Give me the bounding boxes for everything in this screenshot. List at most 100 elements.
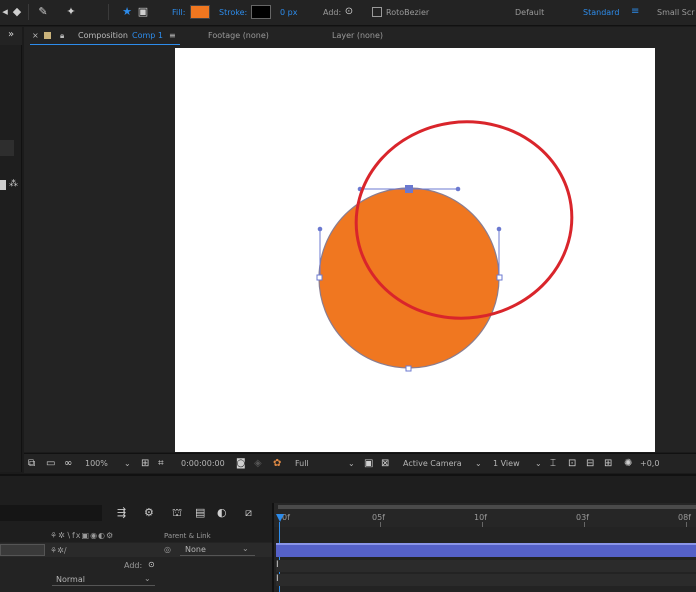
panel-expand-icon[interactable]: »: [8, 29, 14, 40]
graph-editor-icon[interactable]: ⧄: [245, 506, 252, 520]
close-tab-icon[interactable]: ×: [32, 31, 39, 40]
rotobezier-label: RotoBezier: [386, 8, 430, 17]
composition-menu-icon[interactable]: ≡: [169, 31, 176, 40]
ruler-tick: [380, 522, 381, 527]
view-dropdown-icon[interactable]: ⌄: [535, 459, 542, 468]
ruler-tick: [584, 522, 585, 527]
timeline-divider[interactable]: [272, 503, 274, 592]
viewer-control-bar: ⧉ ▭ ∞ 100% ⌄ ⊞ ⌗ 0:00:00:00 ◙ ◈ ✿ Full ⌄…: [24, 453, 696, 473]
timeline-search-field[interactable]: [0, 505, 102, 521]
pin-tool-icon[interactable]: ✦: [64, 5, 78, 19]
ruler-label: 03f: [576, 513, 589, 522]
ruler-tick: [482, 522, 483, 527]
add-property-label: Add:: [124, 561, 143, 570]
top-toolbar: ◂ ◆ ✎ ✦ ★ ▣ Fill: Stroke: 0 px Add: ⊙ Ro…: [0, 0, 696, 26]
grid-icon[interactable]: ⊞: [141, 458, 149, 469]
ruler-label: 05f: [372, 513, 385, 522]
always-preview-icon[interactable]: ⧉: [28, 458, 35, 469]
snapshot-camera-icon[interactable]: ◙: [236, 458, 246, 469]
transparency-grid-icon[interactable]: ▣: [364, 458, 373, 469]
add-property-icon[interactable]: ⊙: [148, 560, 155, 569]
parent-select-value: None: [185, 545, 206, 554]
mask-tool-icon[interactable]: ▣: [136, 5, 150, 19]
reset-exposure-icon[interactable]: ⊞: [604, 458, 612, 469]
project-panel-field[interactable]: [0, 140, 14, 156]
ruler-label: 08f: [678, 513, 691, 522]
flowchart-icon[interactable]: ⁂: [9, 179, 18, 189]
stroke-width-value[interactable]: 0 px: [280, 8, 297, 17]
parent-dropdown-icon: ⌄: [242, 544, 249, 553]
layer-switches[interactable]: ⚘✲∕: [50, 546, 67, 555]
parent-select[interactable]: None ⌄: [180, 544, 255, 556]
draft-3d-icon[interactable]: ⚙: [144, 506, 154, 519]
composition-canvas[interactable]: [175, 48, 655, 452]
layer-name-field[interactable]: [0, 544, 45, 556]
composition-tab-prefix[interactable]: Composition: [78, 31, 128, 40]
resolution-value[interactable]: Full: [295, 459, 309, 468]
eraser-tool-icon[interactable]: ◆: [10, 5, 24, 19]
zoom-dropdown-icon[interactable]: ⌄: [124, 459, 131, 468]
camera-select[interactable]: Active Camera: [403, 459, 462, 468]
pickwhip-icon[interactable]: ◎: [164, 545, 171, 554]
brush-tool-icon[interactable]: ✎: [36, 5, 50, 19]
workspace-menu-icon[interactable]: ≡: [631, 6, 639, 17]
monitor-icon[interactable]: ▭: [46, 458, 55, 469]
property-track[interactable]: [276, 560, 696, 572]
hide-shy-layers-icon[interactable]: ⛫: [172, 506, 182, 521]
frame-blending-icon[interactable]: ▤: [195, 506, 205, 519]
color-channels-icon[interactable]: ✿: [273, 458, 281, 469]
lock-icon[interactable]: 🔒︎: [60, 31, 64, 41]
composition-tab-name[interactable]: Comp 1: [132, 31, 163, 40]
composition-color-label: [44, 32, 51, 39]
layer-tab[interactable]: Layer (none): [332, 31, 383, 40]
parent-link-header: Parent & Link: [164, 532, 211, 540]
switches-header-icons: ⚘✲∖fx▣◉◐⚙: [50, 531, 115, 540]
stroke-color-swatch[interactable]: [251, 5, 271, 19]
stroke-label: Stroke:: [219, 8, 248, 17]
ruler-tick: [686, 522, 687, 527]
workspace-default[interactable]: Default: [515, 8, 544, 17]
layer-bar-highlight: [276, 543, 696, 545]
camera-dropdown-icon[interactable]: ⌄: [475, 459, 482, 468]
viewer-tab-bar: × 🔒︎ Composition Comp 1 ≡ Footage (none)…: [24, 27, 696, 45]
project-item-icon[interactable]: [0, 180, 6, 190]
view-layout-select[interactable]: 1 View: [493, 459, 520, 468]
fill-color-swatch[interactable]: [190, 5, 210, 19]
pixel-aspect-icon[interactable]: ⌶: [550, 458, 556, 469]
mask-visibility-icon[interactable]: ∞: [64, 458, 72, 469]
region-of-interest-icon[interactable]: ⌗: [158, 458, 164, 469]
zoom-level[interactable]: 100%: [85, 459, 108, 468]
exposure-icon[interactable]: ✺: [624, 458, 632, 469]
workspace-small-screen[interactable]: Small Scr: [657, 8, 695, 17]
property-track[interactable]: [276, 574, 696, 586]
show-snapshot-icon[interactable]: ◈: [254, 458, 262, 469]
toolbar-separator: [108, 4, 109, 20]
work-area-bar[interactable]: [278, 505, 696, 509]
motion-blur-icon[interactable]: ◐: [217, 506, 227, 519]
project-panel: [0, 27, 22, 472]
flowchart-view-icon[interactable]: ⊟: [586, 458, 594, 469]
rotobezier-checkbox[interactable]: [372, 7, 382, 17]
blend-mode-dropdown-icon: ⌄: [144, 574, 151, 583]
project-panel-icons: ⁂: [0, 179, 22, 192]
fit-view-icon[interactable]: ⊡: [568, 458, 576, 469]
blend-mode-select[interactable]: Normal ⌄: [52, 574, 155, 586]
footage-tab[interactable]: Footage (none): [208, 31, 269, 40]
add-dropdown-icon[interactable]: ⊙: [342, 5, 356, 19]
property-marker-icon: I: [276, 560, 279, 570]
blend-mode-value: Normal: [56, 575, 85, 584]
layer-duration-bar[interactable]: [276, 543, 696, 557]
toolbar-separator: [28, 4, 29, 20]
project-panel-tabbar: »: [0, 27, 22, 45]
exposure-value[interactable]: +0,0: [640, 459, 659, 468]
resolution-dropdown-icon[interactable]: ⌄: [348, 459, 355, 468]
fast-preview-icon[interactable]: ⊠: [381, 458, 389, 469]
composition-mini-flowchart-icon[interactable]: ⇶: [117, 506, 126, 519]
current-timecode[interactable]: 0:00:00:00: [181, 459, 225, 468]
playhead[interactable]: [276, 514, 284, 522]
star-tool-icon[interactable]: ★: [120, 5, 134, 19]
fill-label: Fill:: [172, 8, 186, 17]
property-marker-icon: I: [276, 574, 279, 584]
workspace-standard[interactable]: Standard: [583, 8, 619, 17]
layer-columns-header: ⚘✲∖fx▣◉◐⚙ Parent & Link: [0, 528, 272, 542]
